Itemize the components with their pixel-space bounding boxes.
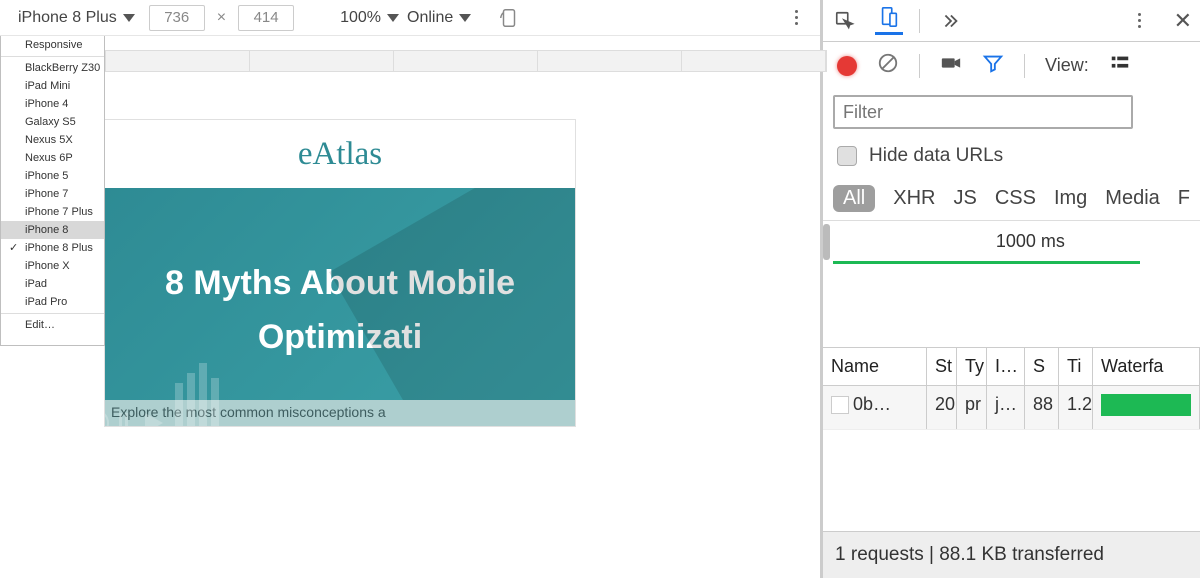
device-menu-item[interactable]: iPhone 8 <box>1 221 104 239</box>
timeline[interactable]: 1000 ms <box>823 220 1200 348</box>
column-header[interactable]: S <box>1025 348 1059 385</box>
device-menu: ResponsiveBlackBerry Z30iPad MiniiPhone … <box>0 36 105 346</box>
row-initiator: j… <box>987 386 1025 429</box>
type-tab[interactable]: JS <box>953 187 976 210</box>
device-select-label: iPhone 8 Plus <box>18 9 117 27</box>
filter-input[interactable] <box>833 95 1133 129</box>
type-tab[interactable]: F <box>1178 187 1190 210</box>
device-menu-item[interactable]: iPhone 4 <box>1 95 104 113</box>
menu-responsive[interactable]: Responsive <box>1 36 104 54</box>
scrollbar[interactable] <box>823 224 830 260</box>
device-select[interactable]: iPhone 8 Plus <box>12 9 141 27</box>
column-header[interactable]: Name <box>823 348 927 385</box>
menu-edit-[interactable]: Edit… <box>1 316 104 334</box>
column-header[interactable]: Ty <box>957 348 987 385</box>
row-type: pr <box>957 386 987 429</box>
type-tab[interactable]: CSS <box>995 187 1036 210</box>
device-menu-item[interactable]: iPad <box>1 275 104 293</box>
devtools-panel: ✕ View: Hide data URLs <box>822 0 1200 578</box>
type-tab[interactable]: Media <box>1105 187 1159 210</box>
type-tabs: All XHR JS CSS Img Media F <box>823 177 1200 220</box>
caret-down-icon <box>123 14 135 22</box>
network-footer: 1 requests | 88.1 KB transferred <box>823 531 1200 578</box>
file-icon <box>831 396 849 414</box>
row-waterfall <box>1093 386 1200 429</box>
type-tab[interactable]: Img <box>1054 187 1087 210</box>
inspect-element-icon[interactable] <box>831 7 859 35</box>
network-table-header: NameStTyI…STiWaterfa <box>823 348 1200 386</box>
chevron-right-icon[interactable] <box>936 7 964 35</box>
hide-data-urls-checkbox[interactable] <box>837 146 857 166</box>
filter-icon[interactable] <box>982 52 1004 79</box>
column-header[interactable]: I… <box>987 348 1025 385</box>
close-icon[interactable]: ✕ <box>1174 8 1192 34</box>
device-toolbar-icon[interactable] <box>875 7 903 35</box>
throttle-select[interactable]: Online <box>407 9 471 27</box>
devtools-more-options[interactable] <box>1128 3 1152 39</box>
record-icon[interactable] <box>837 56 857 76</box>
device-menu-item[interactable]: iPad Pro <box>1 293 104 311</box>
column-header[interactable]: St <box>927 348 957 385</box>
caret-down-icon <box>459 14 471 22</box>
ruler <box>105 50 827 72</box>
column-header[interactable]: Waterfa <box>1093 348 1200 385</box>
device-menu-item[interactable]: iPhone 7 Plus <box>1 203 104 221</box>
clear-icon[interactable] <box>877 52 899 79</box>
device-menu-item[interactable]: Galaxy S5 <box>1 113 104 131</box>
device-menu-item[interactable]: iPhone 7 <box>1 185 104 203</box>
row-size: 88 <box>1025 386 1059 429</box>
device-toolbar: iPhone 8 Plus × 100% Online <box>0 0 820 36</box>
device-menu-item[interactable]: Nexus 5X <box>1 131 104 149</box>
logo: eAtlas <box>298 136 382 173</box>
type-tab[interactable]: XHR <box>893 187 935 210</box>
network-row[interactable]: 0b… 20 pr j… 88 1.2 <box>823 386 1200 430</box>
hide-data-urls-label: Hide data URLs <box>869 145 1003 167</box>
device-menu-item[interactable]: iPhone X <box>1 257 104 275</box>
type-tab-all[interactable]: All <box>833 185 875 212</box>
row-status: 20 <box>927 386 957 429</box>
device-menu-item[interactable]: BlackBerry Z30 <box>1 59 104 77</box>
caret-down-icon <box>387 14 399 22</box>
hero: 8 Myths About Mobile Optimizati Explore … <box>105 188 575 426</box>
timeline-label: 1000 ms <box>996 231 1065 252</box>
view-label: View: <box>1045 55 1089 76</box>
height-input[interactable] <box>238 5 294 31</box>
preview-area[interactable]: eAtlas 8 Myths About Mobile Optimizati E… <box>105 120 575 426</box>
width-input[interactable] <box>149 5 205 31</box>
row-time: 1.2 <box>1059 386 1093 429</box>
rotate-icon[interactable] <box>497 6 521 30</box>
device-menu-item[interactable]: iPhone 5 <box>1 167 104 185</box>
zoom-label: 100% <box>340 9 381 27</box>
column-header[interactable]: Ti <box>1059 348 1093 385</box>
list-view-icon[interactable] <box>1109 52 1131 79</box>
timeline-bar <box>833 261 1140 264</box>
check-icon: ✓ <box>9 241 18 254</box>
device-menu-item[interactable]: Nexus 6P <box>1 149 104 167</box>
zoom-select[interactable]: 100% <box>340 9 399 27</box>
site-header: eAtlas <box>105 120 575 188</box>
throttle-label: Online <box>407 9 453 27</box>
device-menu-item[interactable]: iPad Mini <box>1 77 104 95</box>
times-label: × <box>213 9 230 27</box>
camera-icon[interactable] <box>940 52 962 79</box>
device-menu-item[interactable]: ✓iPhone 8 Plus <box>1 239 104 257</box>
more-options[interactable] <box>784 0 808 36</box>
row-name: 0b… <box>853 394 891 414</box>
